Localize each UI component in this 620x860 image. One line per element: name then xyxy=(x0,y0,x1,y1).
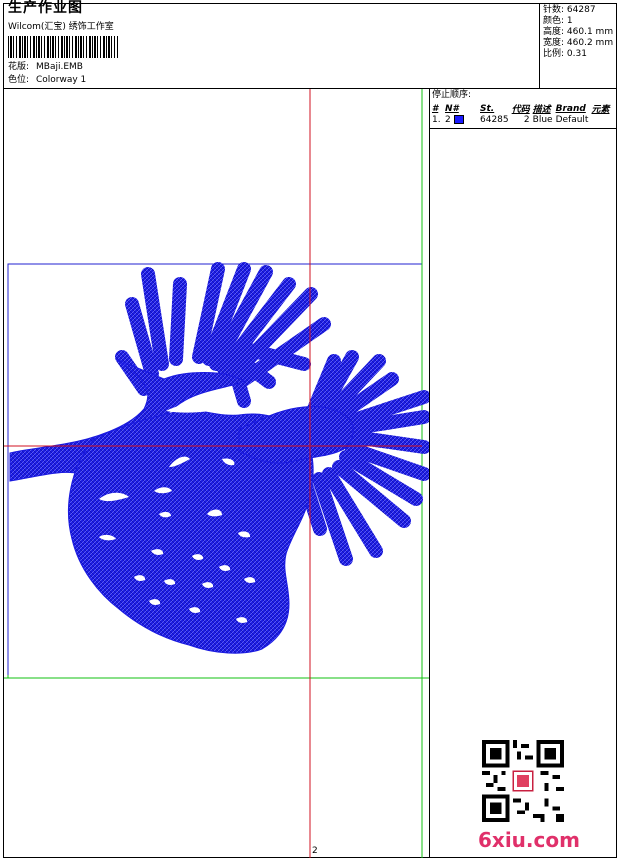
spec-row: 针数: 64287 xyxy=(543,5,596,15)
spec-row: 比例: 0.31 xyxy=(543,49,587,59)
specs-divider xyxy=(539,3,540,88)
studio-name: Wilcom(汇宝) 绣饰工作室 xyxy=(8,22,114,32)
design-value: MBaji.EMB xyxy=(36,62,83,72)
row-index: 1. xyxy=(432,115,441,125)
spec-row: 高度: 460.1 mm xyxy=(543,27,614,37)
spec-row: 颜色: 1 xyxy=(543,16,573,26)
col-element: 元素 xyxy=(591,105,610,115)
design-canvas xyxy=(4,89,429,858)
guide-label: 2 xyxy=(312,846,318,856)
row-needle: 2 xyxy=(445,115,480,125)
panel-divider xyxy=(429,88,430,858)
table-header-row: # N# St. 代码 描述 Brand 元素 xyxy=(432,102,612,116)
col-description: 描述 xyxy=(532,105,551,115)
watermark: 6xiu.com xyxy=(478,828,580,852)
row-description: Blue xyxy=(532,115,553,125)
row-element xyxy=(591,115,612,125)
stop-sequence-table: # N# St. 代码 描述 Brand 元素 1. 2 64285 2 Blu… xyxy=(432,102,612,126)
barcode xyxy=(8,36,118,58)
row-brand: Default xyxy=(555,115,589,125)
stop-sequence-table-wrap: # N# St. 代码 描述 Brand 元素 1. 2 64285 2 Blu… xyxy=(432,102,612,126)
col-code: 代码 xyxy=(511,105,530,115)
col-index: # xyxy=(432,103,439,114)
col-brand: Brand xyxy=(555,103,586,114)
spec-row: 宽度: 460.2 mm xyxy=(543,38,614,48)
stop-sequence-title: 停止顺序: xyxy=(432,90,472,100)
specs-block: 针数: 64287 颜色: 1 高度: 460.1 mm 宽度: 460.2 m… xyxy=(543,5,613,60)
embroidery-design xyxy=(9,262,429,654)
qr-code xyxy=(482,740,564,822)
row-stitches: 64285 xyxy=(480,115,509,125)
right-fingers xyxy=(297,350,429,566)
colorway-label: 色位: xyxy=(8,75,30,85)
page-title: 生产作业图 xyxy=(8,0,83,16)
design-label: 花版: xyxy=(8,62,30,72)
row-code: 2 xyxy=(523,115,530,125)
color-swatch xyxy=(453,115,464,124)
col-stitches: St. xyxy=(480,103,495,114)
colorway-value: Colorway 1 xyxy=(36,75,87,85)
table-row: 1. 2 64285 2 Blue Default xyxy=(432,115,612,125)
panel-row-divider xyxy=(429,128,617,129)
col-needle: N# xyxy=(445,103,459,114)
